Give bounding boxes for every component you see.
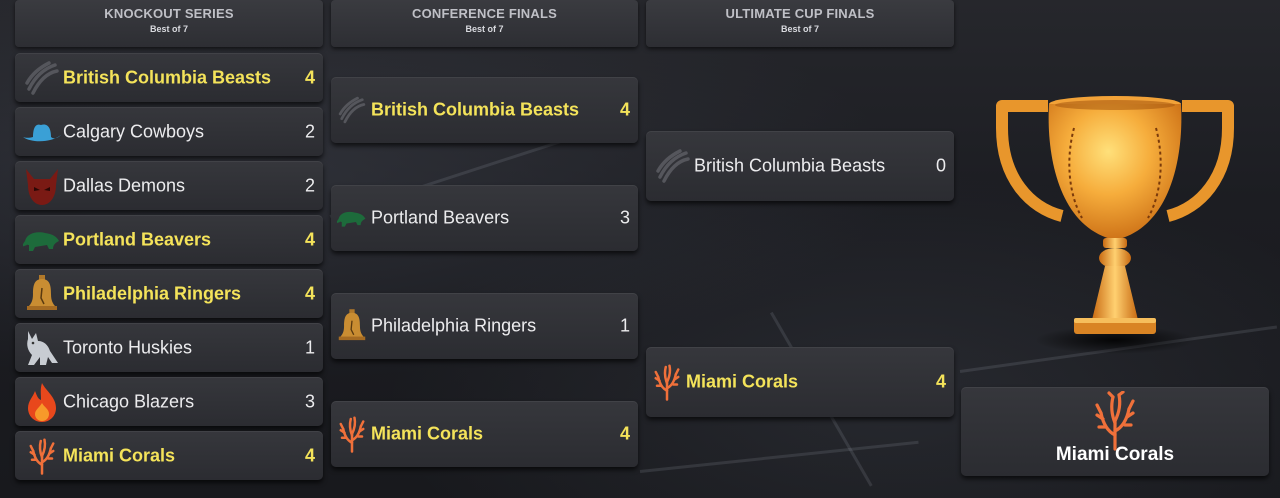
series-score: 4 (304, 67, 315, 87)
champion-name: Miami Corals (1055, 444, 1175, 465)
team-name: Toronto Huskies (63, 337, 193, 357)
round-header-knockout: KNOCKOUT SERIES Best of 7 (15, 0, 323, 47)
matchup-card[interactable]: Philadelphia Ringers 4 (15, 269, 323, 318)
series-score: 4 (619, 99, 630, 120)
matchup-card[interactable]: Philadelphia Ringers 1 (331, 293, 638, 359)
series-score: 4 (304, 229, 315, 249)
matchup-card[interactable]: Calgary Cowboys 2 (15, 107, 323, 156)
round-subtitle: Best of 7 (780, 24, 819, 34)
team-name: Miami Corals (371, 423, 484, 444)
team-name: Philadelphia Ringers (63, 283, 242, 303)
team-name: British Columbia Beasts (371, 99, 580, 120)
series-score: 4 (619, 423, 630, 444)
demon-head-icon (21, 165, 63, 207)
coral-icon (652, 361, 682, 403)
round-title: CONFERENCE FINALS (412, 6, 557, 21)
matchup-card[interactable]: British Columbia Beasts 0 (646, 131, 954, 201)
round-subtitle: Best of 7 (465, 24, 504, 34)
beaver-icon (21, 219, 63, 261)
playoff-bracket: KNOCKOUT SERIES Best of 7 CONFERENCE FIN… (0, 0, 1280, 498)
coral-icon (337, 413, 367, 455)
matchup-card[interactable]: British Columbia Beasts 4 (331, 77, 638, 143)
matchup-card[interactable]: British Columbia Beasts 4 (15, 53, 323, 102)
liberty-bell-icon (21, 273, 63, 315)
claw-marks-icon (652, 145, 694, 187)
series-score: 3 (304, 391, 315, 411)
series-score: 0 (935, 155, 946, 176)
round-header-conference: CONFERENCE FINALS Best of 7 (331, 0, 638, 47)
round-subtitle: Best of 7 (149, 24, 188, 34)
series-score: 4 (304, 283, 315, 303)
matchup-card[interactable]: Miami Corals 4 (15, 431, 323, 480)
team-name: Portland Beavers (63, 229, 212, 249)
husky-dog-icon (21, 327, 63, 369)
beaver-icon (337, 197, 367, 239)
round-title: KNOCKOUT SERIES (104, 6, 234, 21)
background-field-line (639, 440, 919, 473)
matchup-card[interactable]: Miami Corals 4 (646, 347, 954, 417)
series-score: 2 (304, 121, 315, 141)
series-score: 3 (619, 207, 630, 228)
flame-icon (21, 381, 63, 423)
team-name: Miami Corals (63, 445, 176, 465)
series-score: 4 (304, 445, 315, 465)
team-name: British Columbia Beasts (694, 155, 886, 176)
liberty-bell-icon (337, 305, 367, 347)
team-name: Miami Corals (686, 371, 799, 392)
matchup-card[interactable]: Portland Beavers 4 (15, 215, 323, 264)
team-name: British Columbia Beasts (63, 67, 272, 87)
series-score: 1 (304, 337, 315, 357)
team-name: Portland Beavers (371, 207, 510, 228)
matchup-card[interactable]: Toronto Huskies 1 (15, 323, 323, 372)
team-name: Chicago Blazers (63, 391, 195, 411)
coral-icon (21, 435, 63, 477)
team-name: Philadelphia Ringers (371, 315, 537, 336)
champion-card[interactable]: Miami Corals (961, 387, 1269, 476)
round-header-finals: ULTIMATE CUP FINALS Best of 7 (646, 0, 954, 47)
claw-marks-icon (337, 89, 367, 131)
series-score: 1 (619, 315, 630, 336)
cowboy-hat-icon (21, 111, 63, 153)
claw-marks-icon (21, 57, 63, 99)
series-score: 2 (304, 175, 315, 195)
matchup-card[interactable]: Dallas Demons 2 (15, 161, 323, 210)
team-name: Calgary Cowboys (63, 121, 205, 141)
team-name: Dallas Demons (63, 175, 186, 195)
matchup-card[interactable]: Miami Corals 4 (331, 401, 638, 467)
series-score: 4 (935, 371, 946, 392)
trophy-icon (990, 88, 1240, 358)
coral-icon (1091, 391, 1139, 451)
matchup-card[interactable]: Chicago Blazers 3 (15, 377, 323, 426)
round-title: ULTIMATE CUP FINALS (725, 6, 875, 21)
matchup-card[interactable]: Portland Beavers 3 (331, 185, 638, 251)
